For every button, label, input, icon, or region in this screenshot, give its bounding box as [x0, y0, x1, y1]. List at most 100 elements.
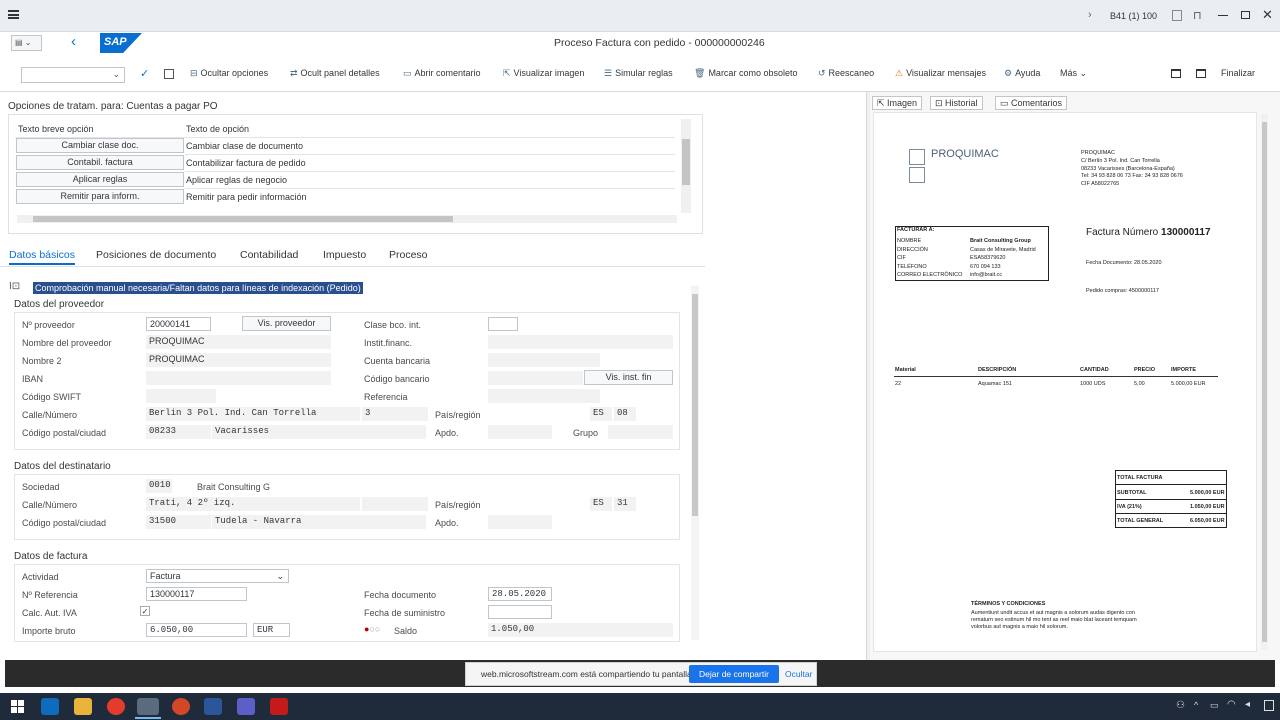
tab-process[interactable]: Proceso — [389, 249, 428, 261]
word-icon[interactable] — [204, 698, 222, 715]
powerpoint-icon[interactable] — [172, 698, 190, 715]
invoice-reference-field[interactable]: 130000117 — [146, 587, 247, 601]
image-vscroll[interactable] — [1261, 114, 1268, 650]
main-vscroll[interactable] — [691, 286, 699, 640]
file-explorer-icon[interactable] — [74, 698, 92, 715]
lock-icon[interactable]: ⊓ — [1193, 9, 1202, 22]
trash-icon: 🗑 — [694, 68, 706, 78]
tab-basic-data[interactable]: Datos básicos — [9, 249, 75, 261]
bill-to-val-2: Casas de Miravete, Madrid — [970, 247, 1036, 253]
hide-options-button[interactable]: ⊟ Ocultar opciones — [190, 68, 268, 79]
currency-field[interactable]: EUR — [253, 623, 290, 637]
activity-select[interactable]: Factura ⌄ — [146, 569, 289, 583]
close-icon[interactable]: ✕ — [1262, 7, 1273, 23]
doc-header-line-2: C/ Berlín 3 Pol. Ind. Can Torrella — [1081, 158, 1160, 164]
bank-type-field[interactable] — [488, 317, 518, 331]
option-apply-rules-button[interactable]: Aplicar reglas — [16, 172, 184, 187]
chrome-icon[interactable] — [107, 698, 125, 715]
tray-wifi-icon[interactable]: ◠ — [1227, 699, 1236, 710]
teams-icon[interactable] — [237, 698, 255, 715]
tray-volume-icon[interactable]: ◂ — [1245, 699, 1250, 710]
help-button[interactable]: ⚙ Ayuda — [1004, 68, 1040, 79]
doc-date-field[interactable]: 28.05.2020 — [488, 587, 552, 601]
swift-field — [146, 389, 216, 403]
window-titlebar: › B41 (1) 100 ⊓ ✕ — [0, 0, 1280, 32]
options-hscroll[interactable] — [17, 215, 677, 223]
recipient-region-field: 31 — [614, 497, 636, 511]
options-table: Texto breve opción Texto de opción Cambi… — [8, 114, 703, 234]
option-post-invoice-text: Contabilizar factura de pedido — [186, 158, 306, 168]
scroll-icon[interactable] — [1172, 10, 1182, 21]
active-app-indicator — [135, 717, 161, 719]
rules-icon: ☰ — [604, 68, 613, 78]
fullscreen-icon[interactable] — [1171, 69, 1181, 78]
window-icon[interactable] — [1196, 69, 1206, 78]
gross-amount-label: Importe bruto — [22, 626, 76, 636]
back-icon[interactable]: ‹ — [71, 33, 76, 50]
bank-account-label: Cuenta bancaria — [364, 356, 431, 366]
vendor-country-field: ES — [590, 407, 612, 421]
restore-icon[interactable] — [1241, 11, 1250, 19]
finalize-button[interactable]: Finalizar — [1221, 68, 1255, 78]
doc-header-line-5: CIF A58022765 — [1081, 181, 1120, 187]
warning-icon: ⚠ — [895, 68, 904, 78]
forward-icon[interactable]: › — [1088, 9, 1092, 21]
display-vendor-button[interactable]: Vis. proveedor — [242, 316, 331, 331]
options-vscroll[interactable] — [681, 119, 691, 213]
bill-to-val-3: ESA58379620 — [970, 255, 1006, 261]
totals-rule-3 — [1115, 513, 1227, 514]
more-label: Más — [1060, 68, 1078, 78]
windows-taskbar: ⚇ ^ ▭ ◠ ◂ — [0, 693, 1280, 720]
hide-options-label: Ocultar opciones — [200, 68, 269, 78]
recipient-pobox-field — [488, 515, 552, 529]
calc-vat-checkbox[interactable]: ✓ — [140, 606, 150, 616]
recipient-section-title: Datos del destinatario — [14, 461, 111, 472]
name2-label: Nombre 2 — [22, 356, 62, 366]
simulate-rules-button[interactable]: ☰ Simular reglas — [604, 68, 673, 79]
tab-image[interactable]: ⇱ Imagen — [872, 96, 923, 110]
tab-accounting[interactable]: Contabilidad — [240, 249, 298, 261]
stop-sharing-button[interactable]: Dejar de compartir — [689, 665, 779, 683]
supply-date-field[interactable] — [488, 605, 552, 619]
show-messages-button[interactable]: ⚠ Visualizar mensajes — [895, 68, 986, 79]
command-field[interactable]: ⌄ — [21, 67, 125, 83]
display-menu-button[interactable]: ▤ ⌄ — [11, 35, 42, 51]
items-col-price: PRECIO — [1134, 367, 1156, 373]
display-fin-inst-button[interactable]: Vis. inst. fin — [584, 370, 673, 385]
tray-people-icon[interactable]: ⚇ — [1176, 700, 1185, 711]
tab-tax[interactable]: Impuesto — [323, 249, 366, 261]
tray-network-icon[interactable]: ▭ — [1210, 700, 1219, 711]
hide-panel-icon: ⇄ — [290, 68, 298, 78]
notifications-icon[interactable] — [1264, 700, 1274, 711]
save-icon[interactable] — [164, 69, 174, 79]
open-comment-label: Abrir comentario — [414, 68, 481, 78]
acrobat-icon[interactable] — [270, 698, 288, 715]
outlook-icon[interactable] — [41, 698, 59, 715]
hide-share-button[interactable]: Ocultar — [785, 669, 812, 679]
tab-document-items[interactable]: Posiciones de documento — [96, 249, 216, 261]
vendor-no-field[interactable]: 20000141 — [146, 317, 211, 331]
hide-detail-panel-button[interactable]: ⇄ Ocult panel detalles — [290, 68, 380, 79]
totals-rule-1 — [1115, 484, 1227, 485]
more-button[interactable]: Más ⌄ — [1060, 68, 1087, 79]
gross-amount-field[interactable]: 6.050,00 — [146, 623, 247, 637]
tray-chevron-icon[interactable]: ^ — [1194, 700, 1198, 710]
windows-start-icon[interactable] — [11, 700, 24, 713]
rescan-button[interactable]: ↺ Reescaneo — [818, 68, 874, 79]
tab-history[interactable]: ⊡ Historial — [930, 96, 983, 110]
fin-inst-field — [488, 335, 673, 349]
open-comment-button[interactable]: ▭ Abrir comentario — [403, 68, 481, 79]
option-forward-info-button[interactable]: Remitir para inform. — [16, 189, 184, 204]
tab-comments[interactable]: ▭ Comentarios — [995, 96, 1068, 110]
company-name-text: Brait Consulting G — [197, 482, 271, 492]
shell-bar: ▤ ⌄ ‹ SAP Proceso Factura con pedido - 0… — [0, 32, 1280, 56]
option-post-invoice-button[interactable]: Contabil. factura — [16, 155, 184, 170]
options-col-short: Texto breve opción — [18, 124, 94, 134]
mark-obsolete-button[interactable]: 🗑 Marcar como obsoleto — [694, 68, 797, 79]
enter-icon[interactable]: ✓ — [140, 67, 149, 80]
menu-icon[interactable] — [8, 10, 19, 19]
display-image-button[interactable]: ⇱ Visualizar imagen — [503, 68, 584, 79]
sap-gui-icon[interactable] — [137, 698, 159, 715]
minimize-icon[interactable] — [1218, 15, 1228, 16]
option-change-doc-type-button[interactable]: Cambiar clase doc. — [16, 138, 184, 153]
